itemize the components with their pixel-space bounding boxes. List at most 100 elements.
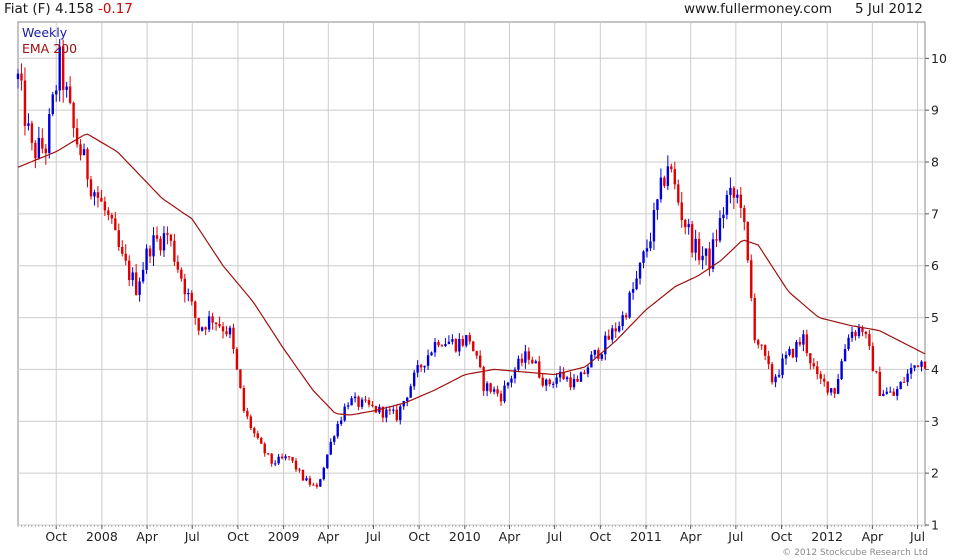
bar-body [868, 334, 871, 346]
y-tick-label: 1 [931, 518, 939, 533]
bar-body [409, 386, 412, 398]
weekly-bar [48, 108, 51, 159]
bar-body [277, 456, 280, 464]
bar-body [503, 385, 506, 402]
bar-body [357, 396, 360, 407]
weekly-bar [899, 381, 902, 390]
bar-body [128, 260, 131, 281]
bar-body [621, 315, 624, 327]
bar-body [190, 292, 193, 302]
bar-body [249, 416, 253, 429]
bar-body [826, 381, 829, 393]
weekly-bar [472, 340, 475, 352]
bar-body [41, 137, 44, 149]
bar-body [416, 365, 419, 373]
bar-body [708, 248, 711, 269]
bar-body [781, 358, 784, 376]
bar-body [496, 389, 499, 394]
weekly-bar [579, 371, 583, 382]
bar-body [784, 354, 788, 359]
bar-body [829, 388, 833, 393]
bar-body [298, 469, 301, 471]
bar-body [819, 374, 822, 379]
bar-body [878, 371, 882, 396]
bar-body [913, 365, 916, 368]
bar-body [809, 353, 812, 364]
bar-body [65, 86, 68, 90]
bar-body [374, 405, 378, 413]
x-tick-label: Oct [771, 529, 793, 544]
bar-body [433, 342, 437, 353]
bar-body [260, 437, 263, 444]
x-tick-label: Jul [546, 529, 562, 544]
bar-body [572, 378, 576, 388]
bar-body [256, 433, 259, 438]
bar-body [645, 248, 649, 252]
bar-body [343, 406, 346, 421]
bar-body [333, 436, 336, 442]
bar-body [437, 342, 440, 346]
bar-body [72, 102, 75, 129]
y-tick-label: 6 [931, 258, 939, 273]
bar-body [194, 301, 197, 318]
bar-body [440, 345, 444, 347]
bar-body [267, 453, 270, 455]
bar-body [642, 251, 645, 263]
bar-body [843, 349, 847, 362]
bar-body [586, 367, 590, 374]
bar-body [228, 327, 232, 335]
bar-body [426, 355, 430, 366]
bar-body [207, 316, 211, 330]
plot-area [17, 21, 926, 526]
bar-body [774, 376, 777, 383]
bar-body [850, 331, 854, 338]
bar-body [458, 338, 461, 352]
chart-date: 5 Jul 2012 [855, 1, 923, 17]
bar-body [750, 260, 753, 298]
bar-body [579, 372, 583, 382]
bar-body [273, 463, 277, 465]
bar-body [451, 339, 454, 342]
bar-body [923, 361, 927, 369]
x-tick-label: Apr [862, 529, 884, 544]
bar-body [447, 341, 451, 344]
chart-header: Fiat (F) 4.158 -0.17 [4, 1, 133, 17]
bar-body [680, 202, 683, 221]
weekly-bar [923, 361, 927, 370]
bar-body [336, 423, 339, 437]
bar-body [253, 428, 256, 434]
bar-body [246, 410, 249, 417]
bar-body [906, 373, 909, 382]
bar-body [510, 378, 513, 383]
bar-body [823, 378, 826, 382]
bar-body [656, 199, 659, 211]
bar-body [833, 388, 836, 394]
bar-body [131, 272, 134, 281]
y-tick-label: 4 [931, 362, 939, 377]
x-tick-label: Oct [408, 529, 430, 544]
bar-body [430, 352, 433, 356]
bar-body [857, 327, 861, 337]
bar-body [117, 230, 120, 247]
bar-body [51, 94, 54, 115]
weekly-bar [242, 385, 246, 413]
bar-body [659, 177, 663, 200]
bar-body [68, 86, 72, 103]
x-tick-label: Apr [680, 529, 702, 544]
bar-body [611, 328, 614, 340]
y-tick-label: 8 [931, 155, 939, 170]
bar-body [242, 387, 246, 411]
bar-body [864, 331, 868, 335]
bar-body [20, 73, 23, 81]
bar-body [541, 377, 544, 386]
bar-body [889, 391, 892, 393]
bar-body [350, 398, 353, 406]
source-url: www.fullermoney.com [684, 1, 833, 17]
bar-body [885, 391, 888, 394]
weekly-bar [319, 478, 322, 487]
bar-body [187, 292, 190, 295]
x-tick-label: Apr [136, 529, 158, 544]
bar-body [777, 375, 781, 377]
bar-body [385, 409, 388, 418]
bar-body [291, 457, 294, 461]
